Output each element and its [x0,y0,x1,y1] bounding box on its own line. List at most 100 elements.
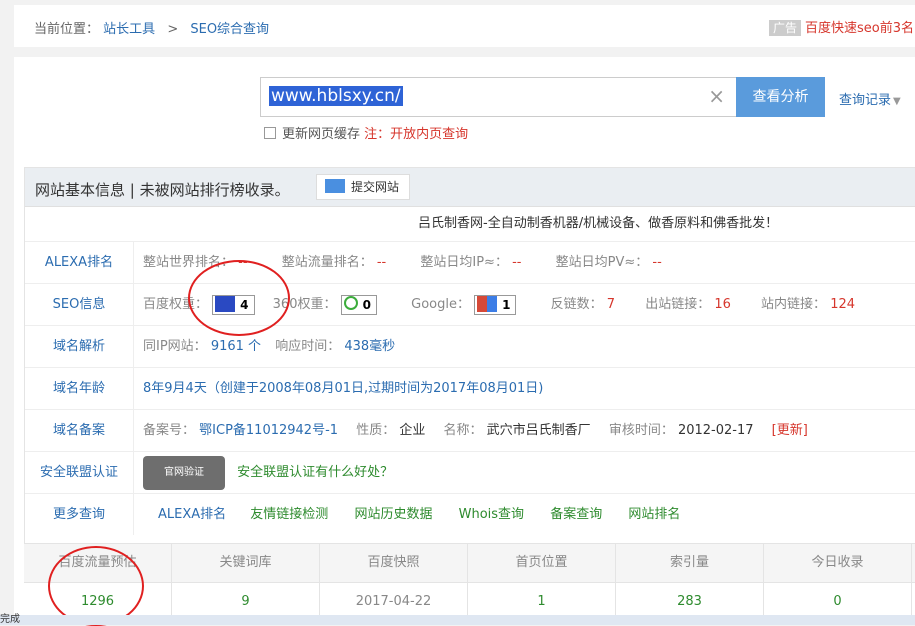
more-query-content: ALEXA排名 友情链接检测 网站历史数据 Whois查询 备案查询 网站排名 [143,494,680,535]
breadcrumb: 当前位置： 站长工具 > SEO综合查询 [34,18,269,37]
site-description: 吕氏制香网-全自动制香机器/机械设备、做香原料和佛香批发！ [25,207,915,242]
stats-header-keywords: 关键词库 [172,544,320,582]
breadcrumb-separator: > [167,22,179,37]
site-info-title: 网站基本信息 | 未被网站排行榜收录。 [35,181,290,199]
breadcrumb-home-link[interactable]: 站长工具 [103,22,155,37]
query-history-dropdown[interactable]: 查询记录 ▼ [839,89,901,108]
more-link-beian[interactable]: 备案查询 [550,507,602,522]
beian-date-label: 审核时间： [608,423,674,438]
trend-chart-icon [325,179,345,193]
same-ip-value[interactable]: 9161 个 [211,339,261,354]
dns-content: 同IP网站： 9161 个 响应时间： 438毫秒 [143,326,395,367]
alexa-row: ALEXA排名 整站世界排名： -- 整站流量排名： -- 整站日均IP≈： -… [25,242,915,284]
beian-content: 备案号： 鄂ICP备11012942号-1 性质： 企业 名称： 武穴市吕氏制香… [143,410,808,451]
submit-site-label[interactable]: 提交网站 [351,180,399,194]
domain-age-row: 域名年龄 8年9月4天（创建于2008年08月01日,过期时间为2017年08月… [25,368,915,410]
alexa-pv-label: 整站日均PV≈： [555,255,649,270]
seo-row: SEO信息 百度权重： 4 360权重： 0 Google： 1 反链数： 7 … [25,284,915,326]
site-info-table: 网站基本信息 | 未被网站排行榜收录。 提交网站 吕氏制香网-全自动制香机器/机… [24,167,915,545]
search-input-value[interactable]: www.hblsxy.cn/ [269,86,403,106]
backlinks-label: 反链数： [550,297,603,312]
ad-text[interactable]: 百度快速seo前3名 [805,21,914,36]
query-history-label[interactable]: 查询记录 [839,93,891,108]
alexa-traffic-value: -- [376,255,387,270]
inlinks-label: 站内链接： [761,297,827,312]
search-input-box[interactable]: www.hblsxy.cn/ × [260,77,738,117]
domain-age-value: 8年9月4天（创建于2008年08月01日,过期时间为2017年08月01日) [143,381,544,396]
alexa-pv-value: -- [652,255,662,270]
annotation-circle-traffic [48,546,144,626]
beian-row: 域名备案 备案号： 鄂ICP备11012942号-1 性质： 企业 名称： 武穴… [25,410,915,452]
inlinks-value[interactable]: 124 [830,297,855,312]
security-seal-icon[interactable]: 官网验证 [143,455,225,490]
more-link-alexa[interactable]: ALEXA排名 [158,507,226,522]
domain-age-label[interactable]: 域名年龄 [25,368,134,409]
alexa-label[interactable]: ALEXA排名 [25,242,134,283]
s360-weight-value[interactable]: 0 [363,298,371,312]
security-label[interactable]: 安全联盟认证 [25,452,134,493]
outlinks-label: 出站链接： [645,297,711,312]
s360-logo-icon [343,295,358,310]
beian-name-value: 武穴市吕氏制香厂 [486,423,591,438]
analyze-button[interactable]: 查看分析 [736,77,825,117]
chevron-down-icon[interactable]: ▼ [893,96,901,107]
ad-banner[interactable]: 广告 百度快速seo前3名 [769,17,914,36]
beian-nature-value: 企业 [399,423,426,438]
refresh-cache-option[interactable]: 更新网页缓存 注：开放内页查询 [264,123,468,142]
security-row: 安全联盟认证 官网验证 安全联盟认证有什么好处？ [25,452,915,494]
main-panel: www.hblsxy.cn/ × 查看分析 查询记录 ▼ 更新网页缓存 注：开放内… [14,57,915,625]
s360-weight-badge[interactable]: 0 [340,294,377,315]
annotation-circle-baidu-weight [188,260,290,336]
breadcrumb-prefix: 当前位置： [34,22,100,37]
top-bar: 当前位置： 站长工具 > SEO综合查询 广告 百度快速seo前3名 [14,5,915,47]
beian-no-value: 鄂ICP备11012942号-1 [199,423,339,438]
google-logo-icon [477,295,498,312]
stats-header-today: 今日收录 [764,544,912,582]
dns-label[interactable]: 域名解析 [25,326,134,367]
domain-age-content: 8年9月4天（创建于2008年08月01日,过期时间为2017年08月01日) [143,368,543,409]
search-input[interactable]: www.hblsxy.cn/ [269,86,403,106]
dns-row: 域名解析 同IP网站： 9161 个 响应时间： 438毫秒 [25,326,915,368]
stats-header-row: 百度流量预估 关键词库 百度快照 首页位置 索引量 今日收录 [24,543,915,583]
status-text: 完成 [0,614,20,625]
refresh-cache-note: 注：开放内页查询 [364,127,469,142]
breadcrumb-current-link[interactable]: SEO综合查询 [190,22,269,37]
status-bar: 完成 [0,615,915,625]
more-query-row: 更多查询 ALEXA排名 友情链接检测 网站历史数据 Whois查询 备案查询 … [25,494,915,535]
security-content: 官网验证 安全联盟认证有什么好处？ [143,452,393,493]
more-link-history[interactable]: 网站历史数据 [354,507,432,522]
site-info-header: 网站基本信息 | 未被网站排行榜收录。 提交网站 [25,168,915,207]
alexa-traffic-label: 整站流量排名： [281,255,373,270]
alexa-ip-value: -- [512,255,522,270]
more-link-rank[interactable]: 网站排名 [628,507,680,522]
backlinks-value[interactable]: 7 [607,297,615,312]
google-label: Google： [411,297,470,312]
stats-table: 百度流量预估 关键词库 百度快照 首页位置 索引量 今日收录 1296 9 20… [24,543,915,625]
same-ip-label: 同IP网站： [143,339,207,354]
outlinks-value[interactable]: 16 [714,297,731,312]
refresh-cache-checkbox[interactable] [264,127,276,139]
submit-site-button[interactable]: 提交网站 [316,174,410,200]
beian-no-label: 备案号： [143,423,196,438]
clear-icon[interactable]: × [708,84,725,108]
seo-label[interactable]: SEO信息 [25,284,134,325]
beian-update-link[interactable]: [更新] [772,423,808,438]
google-badge[interactable]: 1 [474,294,517,315]
stats-header-home-position: 首页位置 [468,544,616,582]
more-link-friendlinks[interactable]: 友情链接检测 [250,507,328,522]
beian-nature-label: 性质： [356,423,396,438]
beian-name-label: 名称： [443,423,483,438]
beian-label[interactable]: 域名备案 [25,410,134,451]
more-query-label[interactable]: 更多查询 [25,494,134,535]
beian-date-value: 2012-02-17 [677,423,754,438]
response-time-value: 438毫秒 [344,339,396,354]
security-benefit-link[interactable]: 安全联盟认证有什么好处？ [237,465,393,480]
response-time-label: 响应时间： [275,339,341,354]
ad-tag: 广告 [769,20,802,36]
alexa-ip-label: 整站日均IP≈： [420,255,508,270]
google-value[interactable]: 1 [502,298,510,312]
stats-header-snapshot: 百度快照 [320,544,468,582]
refresh-cache-label[interactable]: 更新网页缓存 [282,127,360,142]
more-link-whois[interactable]: Whois查询 [459,507,524,522]
stats-header-index: 索引量 [616,544,764,582]
